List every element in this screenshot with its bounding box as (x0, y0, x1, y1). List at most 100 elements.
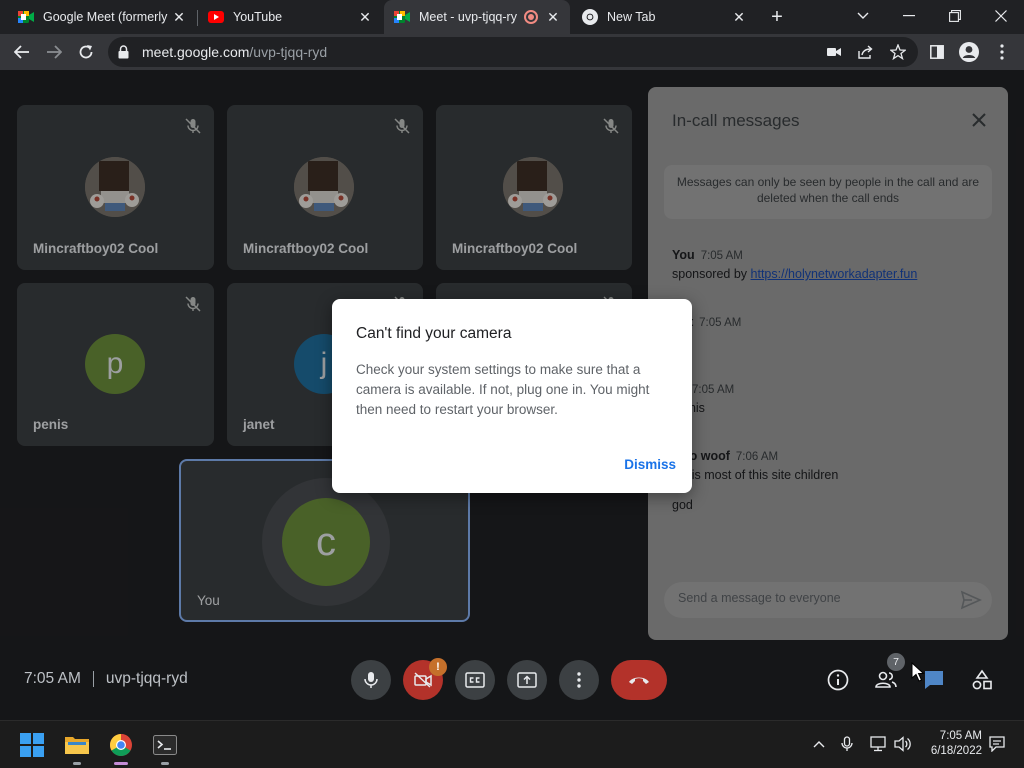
meet-stage: Mincraftboy02 Cool Mincraftboy02 Cool Mi… (0, 70, 1024, 720)
message-input[interactable] (678, 591, 938, 605)
tab-new-tab[interactable]: New Tab ✕ (572, 0, 756, 34)
participant-count-badge: 7 (887, 653, 905, 671)
chat-message: 7:05 AM (692, 382, 1012, 396)
chat-message: god (672, 498, 992, 512)
send-icon[interactable] (960, 589, 982, 611)
clock-time: 7:05 AM (939, 730, 982, 742)
participant-tile[interactable]: Mincraftboy02 Cool (436, 105, 632, 270)
side-panel-icon[interactable] (923, 38, 951, 66)
recording-icon (524, 10, 538, 24)
chat-message: go woof 7:06 AM y is most of this site ch… (682, 449, 1002, 482)
microphone-tray-icon[interactable] (836, 733, 858, 755)
share-icon[interactable] (852, 38, 880, 66)
participant-tile[interactable]: p penis (17, 283, 214, 446)
dismiss-button[interactable]: Dismiss (624, 457, 676, 472)
url-host: meet.google.com (142, 44, 250, 60)
activities-button[interactable] (964, 662, 1000, 698)
message-link[interactable]: https://holynetworkadapter.fun (751, 267, 918, 281)
camera-warning-badge: ! (429, 658, 447, 676)
forward-arrow-icon[interactable] (40, 38, 68, 66)
bookmark-star-icon[interactable] (884, 38, 912, 66)
close-icon[interactable]: ✕ (170, 8, 188, 26)
notification-icon[interactable] (986, 733, 1008, 755)
message-compose (664, 582, 992, 618)
participant-name: janet (243, 417, 275, 432)
message-body: enis (682, 401, 705, 415)
close-icon[interactable]: ✕ (356, 8, 374, 26)
present-button[interactable] (507, 660, 547, 700)
participant-avatar: p (85, 334, 145, 394)
folder-icon (65, 737, 89, 754)
activities-icon (972, 669, 992, 690)
browser-toolbar: meet.google.com/uvp-tjqq-ryd (0, 34, 1024, 70)
close-icon[interactable]: ✕ (730, 8, 748, 26)
chevron-up-icon[interactable] (808, 733, 830, 755)
participant-tile[interactable]: Mincraftboy02 Cool (227, 105, 423, 270)
chat-message: You 7:05 AM sponsored by https://holynetw… (672, 248, 992, 281)
chrome-taskbar-button[interactable] (105, 729, 137, 765)
message-time: 7:05 AM (699, 317, 742, 329)
message-text: sponsored by (672, 267, 751, 281)
camera-error-dialog: Can't find your camera Check your system… (332, 299, 692, 493)
volume-icon[interactable] (892, 733, 914, 755)
mic-icon (364, 672, 378, 688)
restore-icon[interactable] (941, 4, 969, 28)
url-path: /uvp-tjqq-ryd (249, 44, 328, 60)
tab-strip: Google Meet (formerly ✕ YouTube ✕ Meet -… (0, 0, 1024, 34)
close-icon[interactable] (968, 109, 990, 131)
address-bar[interactable]: meet.google.com/uvp-tjqq-ryd (108, 37, 918, 67)
dialog-body: Check your system settings to make sure … (356, 362, 650, 417)
participant-tile[interactable]: Mincraftboy02 Cool (17, 105, 214, 270)
back-arrow-icon[interactable] (8, 38, 36, 66)
reload-icon[interactable] (72, 38, 100, 66)
lock-icon[interactable] (118, 45, 129, 64)
close-window-icon[interactable] (987, 4, 1015, 28)
tab-title: YouTube (233, 10, 283, 24)
meet-icon (18, 9, 34, 25)
chrome-icon (582, 9, 598, 25)
tab-meet-active[interactable]: Meet - uvp-tjqq-ry ✕ (384, 0, 570, 34)
meeting-details-button[interactable] (820, 662, 856, 698)
participant-avatar (294, 157, 354, 217)
profile-avatar-icon[interactable] (955, 38, 983, 66)
terminal-icon (153, 735, 177, 755)
taskbar-indicator (73, 762, 81, 765)
close-icon[interactable]: ✕ (544, 8, 562, 26)
present-screen-icon (517, 672, 537, 688)
camera-off-icon (414, 672, 432, 688)
tab-youtube[interactable]: YouTube ✕ (198, 0, 382, 34)
url-text[interactable]: meet.google.com/uvp-tjqq-ryd (142, 44, 327, 60)
windows-taskbar: 7:05 AM 6/18/2022 (0, 720, 1024, 768)
terminal-taskbar-button[interactable] (149, 729, 181, 765)
minimize-icon[interactable] (895, 4, 923, 28)
tab-google-meet[interactable]: Google Meet (formerly ✕ (8, 0, 196, 34)
participant-name: Mincraftboy02 Cool (243, 241, 369, 256)
camera-blocked-icon[interactable] (820, 38, 848, 66)
participant-name: Mincraftboy02 Cool (33, 241, 159, 256)
start-button[interactable] (16, 729, 48, 761)
participant-name: Mincraftboy02 Cool (452, 241, 578, 256)
more-vert-icon[interactable] (988, 38, 1016, 66)
participant-name: penis (33, 417, 69, 432)
mic-off-icon (184, 295, 202, 313)
leave-call-button[interactable] (611, 660, 667, 700)
chat-icon (925, 671, 943, 689)
file-explorer-button[interactable] (61, 729, 93, 765)
captions-button[interactable] (455, 660, 495, 700)
message-body: god (672, 498, 693, 512)
more-options-button[interactable] (559, 660, 599, 700)
messages-notice: Messages can only be seen by people in t… (664, 165, 992, 219)
chrome-icon (110, 734, 132, 756)
taskbar-clock[interactable]: 7:05 AM 6/18/2022 (914, 729, 982, 759)
network-icon[interactable] (868, 733, 890, 755)
meeting-code: uvp-tjqq-ryd (105, 670, 188, 687)
new-tab-button[interactable]: + (766, 6, 788, 28)
message-sender: You (672, 248, 695, 262)
people-icon (875, 671, 897, 688)
youtube-icon (208, 9, 224, 25)
info-icon (827, 669, 849, 691)
tab-search-chevron-icon[interactable] (849, 4, 877, 28)
mic-button[interactable] (351, 660, 391, 700)
taskbar-indicator (161, 762, 169, 765)
mic-off-icon (393, 117, 411, 135)
